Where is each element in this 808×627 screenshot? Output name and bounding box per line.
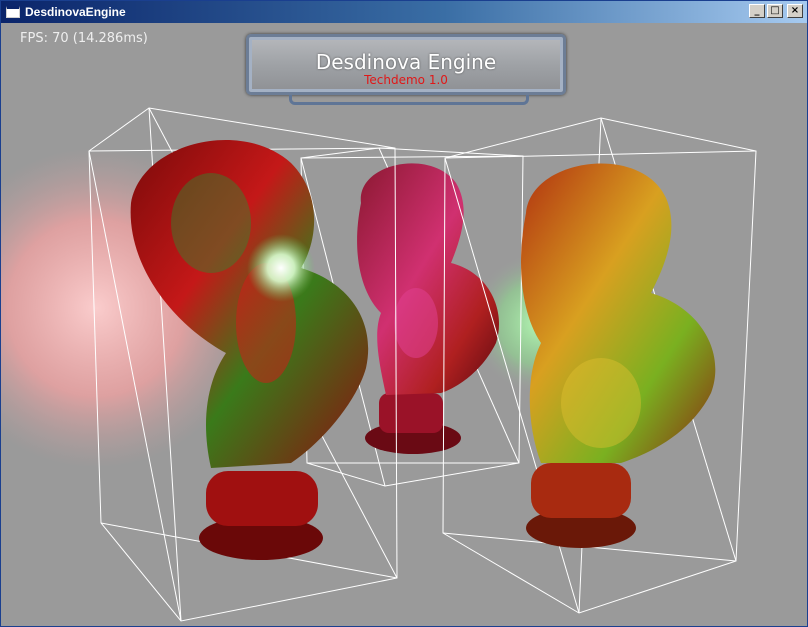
logo-title: Desdinova Engine	[315, 50, 497, 74]
minimize-button[interactable]: _	[749, 4, 765, 18]
render-viewport[interactable]: FPS: 70 (14.286ms) Desdinova Engine Tech…	[1, 23, 807, 626]
maximize-button[interactable]: □	[767, 4, 783, 18]
3d-scene	[1, 107, 757, 622]
fps-counter: FPS: 70 (14.286ms)	[20, 31, 148, 46]
white-light-flare	[247, 234, 315, 302]
bust-right	[521, 163, 716, 548]
logo-subtitle: Techdemo 1.0	[364, 73, 448, 87]
app-window: DesdinovaEngine _ □ × FPS: 70 (14.286ms)…	[0, 0, 808, 627]
close-button[interactable]: ×	[787, 4, 803, 18]
engine-logo: Desdinova Engine Techdemo 1.0	[246, 34, 566, 105]
window-title: DesdinovaEngine	[25, 5, 126, 19]
title-bar[interactable]: DesdinovaEngine _ □ ×	[1, 1, 807, 23]
bust-middle	[357, 163, 499, 454]
window-icon[interactable]	[6, 6, 20, 18]
window-controls: _ □ ×	[749, 4, 803, 18]
logo-decoration	[289, 95, 529, 105]
